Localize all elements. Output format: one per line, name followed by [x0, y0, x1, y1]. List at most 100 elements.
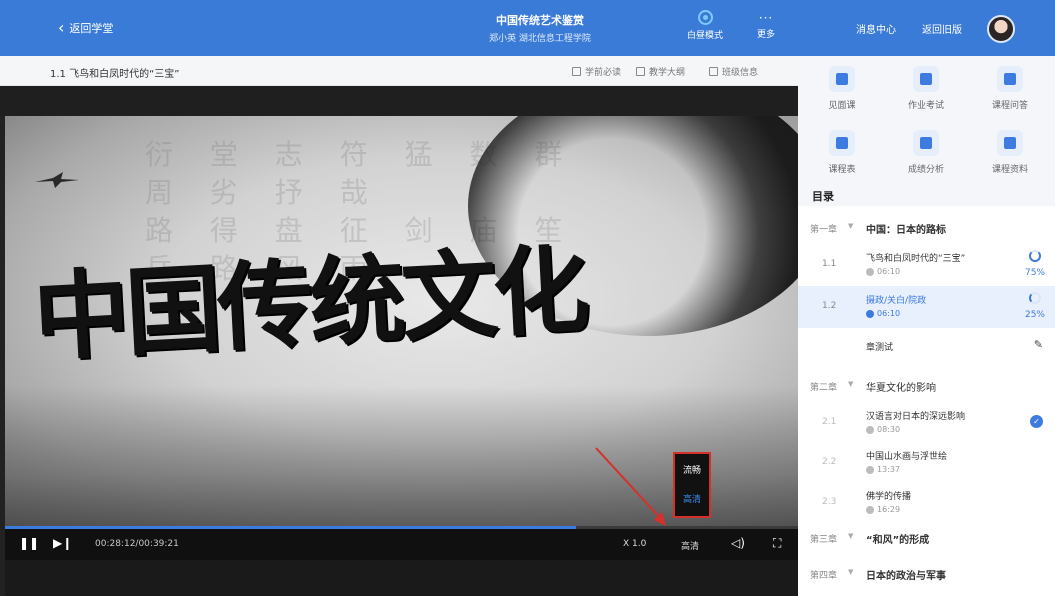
clock-icon: [866, 465, 874, 474]
pre-reading-link[interactable]: 学前必读: [572, 65, 621, 78]
chapter-name: 日本的政治与军事: [866, 571, 946, 582]
book-icon: [572, 67, 581, 76]
player-bottom-band: [5, 560, 798, 596]
tool-qa[interactable]: 课程问答: [980, 66, 1040, 111]
class-info-link[interactable]: 班级信息: [709, 65, 758, 78]
section-number: 1.2: [822, 301, 837, 311]
test-label: 章测试: [866, 343, 894, 353]
chapter-2[interactable]: 第二章 ▼ 华夏文化的影响: [798, 370, 1055, 400]
duration-text: 08:30: [877, 425, 901, 434]
section-1-1[interactable]: 1.1 飞鸟和白凤时代的“三宝” 06:10 75%: [798, 244, 1055, 286]
chapter-4[interactable]: 第四章 ▼ 日本的政治与军事: [798, 558, 1055, 588]
clock-icon: [866, 425, 874, 434]
duration-text: 13:37: [877, 465, 901, 474]
chapter-test[interactable]: 章测试 ✎: [798, 328, 1055, 364]
collapse-triangle-icon: ▼: [848, 568, 854, 576]
chapter-name: 华夏文化的影响: [866, 383, 936, 394]
collapse-triangle-icon: ▼: [848, 532, 854, 540]
chapter-name: “和风”的形成: [866, 535, 930, 546]
table-of-contents: 第一章 ▼ 中国：日本的路标 1.1 飞鸟和白凤时代的“三宝” 06:10 75…: [798, 206, 1055, 596]
section-number: 1.1: [822, 259, 837, 269]
collapse-triangle-icon: ▼: [848, 222, 854, 230]
collapse-triangle-icon: ▼: [848, 380, 854, 388]
next-icon[interactable]: ▶❙: [53, 536, 72, 550]
chapter-number: 第四章: [810, 571, 838, 581]
more-button[interactable]: ··· 更多: [748, 12, 784, 40]
lesson-title: 1.1 飞鸟和白凤时代的“三宝”: [50, 69, 180, 80]
red-arrow-annotation: [595, 447, 666, 526]
day-mode-toggle[interactable]: 白昼模式: [680, 10, 730, 41]
right-sidebar: 见面课 作业考试 课程问答 课程表 成绩分析 课程资料 目录 第一章 ▼ 中国：…: [798, 56, 1055, 596]
class-info-label: 班级信息: [722, 68, 759, 78]
pencil-doc-icon: [913, 66, 939, 92]
day-mode-label: 白昼模式: [686, 31, 723, 41]
clock-icon: [866, 267, 874, 276]
folder-icon: [997, 130, 1023, 156]
section-progress: 25%: [1024, 310, 1045, 320]
chapter-3[interactable]: 第三章 ▼ “和风”的形成: [798, 522, 1055, 552]
course-title: 中国传统艺术鉴赏: [496, 14, 584, 27]
section-name: 飞鸟和白凤时代的“三宝”: [866, 254, 966, 264]
section-2-2[interactable]: 2.2 中国山水画与浮世绘 13:37: [798, 442, 1055, 484]
section-number: 2.3: [822, 497, 837, 507]
pause-icon[interactable]: ❚❚: [19, 536, 39, 550]
lightbulb-icon: [697, 10, 713, 25]
fullscreen-icon[interactable]: ⛶: [773, 536, 781, 551]
section-duration: 06:10: [866, 309, 900, 318]
duration-text: 16:29: [877, 505, 901, 514]
section-1-2[interactable]: 1.2 摄政/关白/院政 06:10 25%: [798, 286, 1055, 328]
tool-meeting-label: 见面课: [828, 101, 856, 111]
video-player: 衍 堂 志 符 猛 数 群 周 劣 抒 哉路 得 盘 征 剑 庙 笙 岳 路 风…: [0, 86, 798, 596]
class-info-icon: [709, 67, 718, 76]
chapter-1[interactable]: 第一章 ▼ 中国：日本的路标: [798, 212, 1055, 242]
avatar[interactable]: [987, 15, 1015, 43]
player-controls: ❚❚ ▶❙ 00:28:12/00:39:21 X 1.0 高清 ◁) ⛶: [5, 526, 798, 560]
duration-text: 06:10: [877, 309, 901, 318]
chapter-name: 中国：日本的路标: [866, 225, 946, 236]
course-info: 中国传统艺术鉴赏 郑小英 湖北信息工程学院: [440, 12, 640, 44]
progress-bar[interactable]: [5, 526, 798, 529]
message-center-link[interactable]: 消息中心: [856, 21, 896, 36]
video-calligraphy-title: 中国传统文化: [30, 232, 588, 375]
chat-icon: [997, 66, 1023, 92]
volume-icon[interactable]: ◁): [731, 536, 745, 550]
tool-schedule[interactable]: 课程表: [812, 130, 872, 175]
tool-qa-label: 课程问答: [991, 101, 1028, 111]
check-icon: ✓: [1030, 415, 1043, 428]
quality-option-smooth[interactable]: 流畅: [675, 463, 709, 476]
speed-button[interactable]: X 1.0: [623, 539, 646, 549]
old-version-link[interactable]: 返回旧版: [922, 21, 962, 36]
grade-icon: [913, 130, 939, 156]
quality-option-hd[interactable]: 高清: [675, 492, 709, 505]
tool-grades[interactable]: 成绩分析: [896, 130, 956, 175]
player-top-band: [0, 86, 798, 116]
tool-homework-label: 作业考试: [907, 101, 944, 111]
calendar-icon: [829, 130, 855, 156]
progress-ring-icon: [1029, 292, 1041, 304]
duration-text: 06:10: [877, 267, 901, 276]
section-2-1[interactable]: 2.1 汉语言对日本的深远影响 08:30 ✓: [798, 402, 1055, 444]
chevron-left-icon: ‹: [58, 18, 65, 37]
syllabus-link[interactable]: 教学大纲: [636, 65, 685, 78]
section-duration: 08:30: [866, 425, 900, 434]
play-icon: [866, 309, 874, 318]
tool-meeting[interactable]: 见面课: [812, 66, 872, 111]
syllabus-icon: [636, 67, 645, 76]
toc-title: 目录: [812, 190, 834, 203]
crane-illustration: [35, 172, 79, 188]
tool-grades-label: 成绩分析: [907, 165, 944, 175]
section-name: 摄政/关白/院政: [866, 296, 927, 306]
top-bar: ‹ 返回学堂 中国传统艺术鉴赏 郑小英 湖北信息工程学院 白昼模式 ··· 更多…: [0, 0, 1055, 56]
quality-button[interactable]: 高清: [681, 539, 699, 552]
clock-icon: [866, 505, 874, 514]
section-name: 中国山水画与浮世绘: [866, 452, 948, 462]
section-2-3[interactable]: 2.3 佛学的传播 16:29: [798, 482, 1055, 524]
section-duration: 06:10: [866, 267, 900, 276]
tool-homework[interactable]: 作业考试: [896, 66, 956, 111]
section-duration: 13:37: [866, 465, 900, 474]
quality-menu: 流畅 高清: [673, 452, 711, 518]
tool-materials-label: 课程资料: [991, 165, 1028, 175]
section-number: 2.2: [822, 457, 837, 467]
tool-materials[interactable]: 课程资料: [980, 130, 1040, 175]
back-button[interactable]: ‹ 返回学堂: [58, 20, 113, 36]
